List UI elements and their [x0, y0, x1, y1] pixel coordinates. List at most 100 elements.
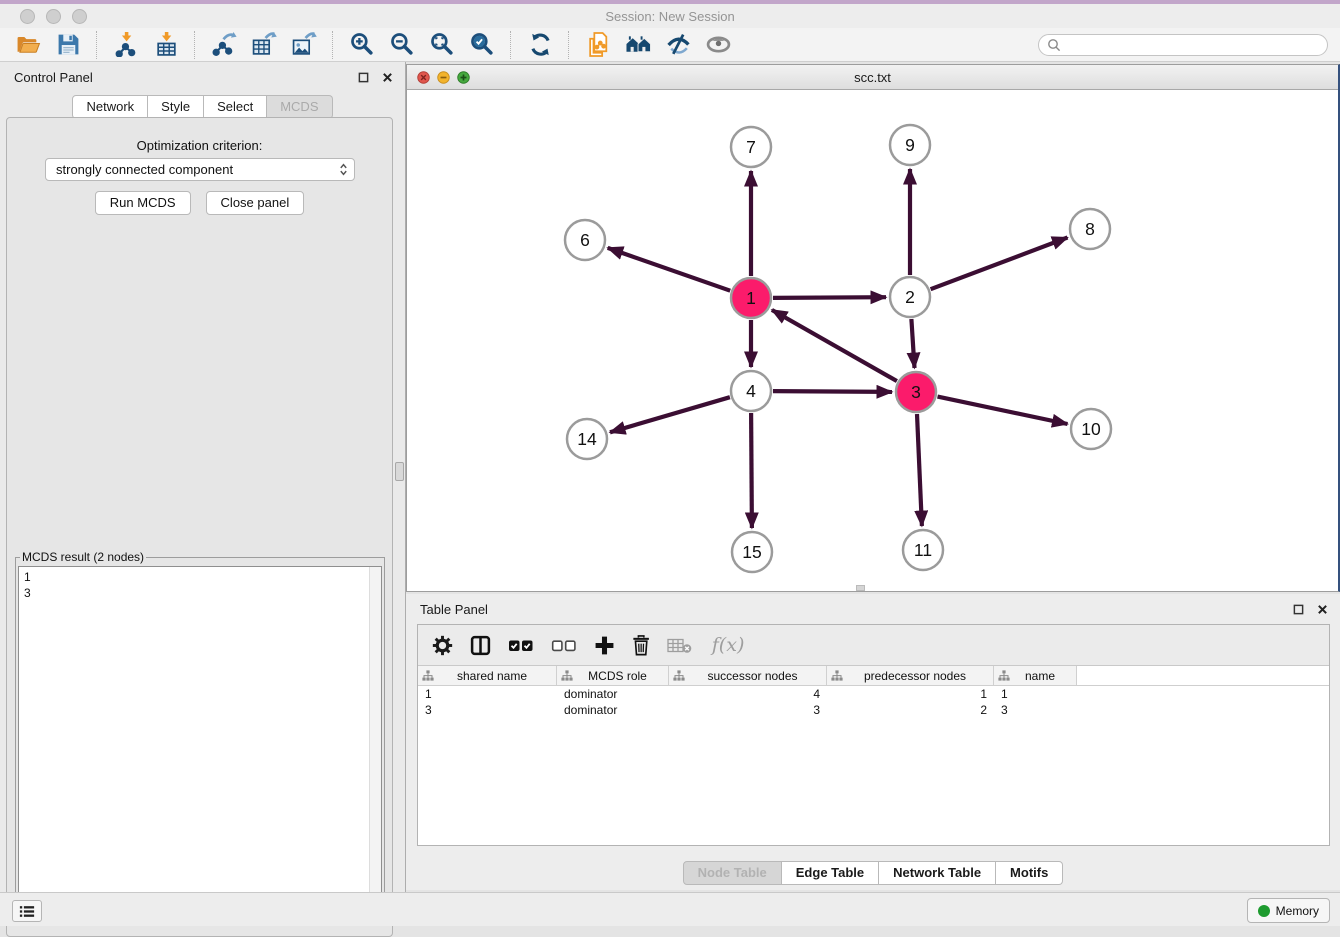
graph-node-3[interactable]: 3: [896, 372, 936, 412]
graph-node-10[interactable]: 10: [1071, 409, 1111, 449]
home-icon[interactable]: [622, 30, 654, 60]
column-header-successor-nodes[interactable]: successor nodes: [669, 666, 827, 685]
table-cell: dominator: [557, 687, 669, 701]
close-panel-icon[interactable]: [379, 69, 395, 85]
column-header-name[interactable]: name: [994, 666, 1077, 685]
export-table-icon[interactable]: [248, 30, 280, 60]
graph-node-9[interactable]: 9: [890, 125, 930, 165]
zoom-selected-icon[interactable]: [466, 30, 498, 60]
graph-node-6[interactable]: 6: [565, 220, 605, 260]
memory-label: Memory: [1276, 904, 1319, 918]
select-all-icon[interactable]: [508, 632, 534, 658]
graph-edge-2-8[interactable]: [931, 238, 1068, 290]
table-cell: dominator: [557, 703, 669, 717]
run-mcds-button[interactable]: Run MCDS: [95, 191, 191, 215]
float-table-panel-icon[interactable]: [1290, 601, 1306, 617]
column-header-MCDS-role[interactable]: MCDS role: [557, 666, 669, 685]
show-details-icon[interactable]: [702, 30, 734, 60]
export-image-icon[interactable]: [288, 30, 320, 60]
tab-mcds[interactable]: MCDS: [267, 95, 332, 119]
tab-select[interactable]: Select: [204, 95, 267, 119]
float-panel-icon[interactable]: [355, 69, 371, 85]
node-label: 14: [577, 429, 597, 449]
zoom-out-icon[interactable]: [386, 30, 418, 60]
refresh-layout-icon[interactable]: [524, 30, 556, 60]
window-resize-grip[interactable]: [856, 585, 865, 591]
panel-splitter-grip[interactable]: [395, 462, 404, 481]
node-label: 1: [746, 288, 756, 308]
graph-node-8[interactable]: 8: [1070, 209, 1110, 249]
show-column-icon[interactable]: [470, 632, 491, 658]
tab-network-table[interactable]: Network Table: [879, 861, 996, 885]
zoom-fit-icon[interactable]: [426, 30, 458, 60]
table-row[interactable]: 3dominator323: [418, 702, 1329, 718]
graph-edge-4-15[interactable]: [751, 413, 752, 528]
delete-column-icon[interactable]: [632, 632, 650, 658]
toolbar-separator: [568, 31, 570, 59]
tab-motifs[interactable]: Motifs: [996, 861, 1063, 885]
graph-node-7[interactable]: 7: [731, 127, 771, 167]
mcds-result-list[interactable]: 1 3: [18, 566, 382, 923]
tab-style[interactable]: Style: [148, 95, 204, 119]
table-panel-title: Table Panel: [420, 602, 488, 617]
graph-node-4[interactable]: 4: [731, 371, 771, 411]
optimization-criterion-select[interactable]: strongly connected component: [45, 158, 355, 181]
tab-node-table[interactable]: Node Table: [683, 861, 782, 885]
optimization-criterion-label: Optimization criterion:: [7, 138, 392, 153]
table-panel-header: Table Panel: [406, 594, 1340, 624]
memory-button[interactable]: Memory: [1247, 898, 1330, 923]
svg-text:f(x): f(x): [710, 635, 745, 656]
graph-node-11[interactable]: 11: [903, 530, 943, 570]
app-title: Session: New Session: [0, 9, 1340, 24]
graph-node-14[interactable]: 14: [567, 419, 607, 459]
deselect-all-icon[interactable]: [551, 632, 577, 658]
toolbar-separator: [96, 31, 98, 59]
export-network-icon[interactable]: [208, 30, 240, 60]
column-header-shared-name[interactable]: shared name: [418, 666, 557, 685]
tab-network[interactable]: Network: [72, 95, 148, 119]
graph-edge-1-2[interactable]: [773, 297, 886, 298]
add-column-icon[interactable]: [594, 632, 615, 658]
network-canvas[interactable]: 1 2 3 4 6 7 8 9 10 11 14 15: [407, 89, 1337, 590]
task-history-button[interactable]: [12, 900, 42, 922]
graph-node-2[interactable]: 2: [890, 277, 930, 317]
network-window-titlebar[interactable]: scc.txt: [407, 65, 1338, 90]
open-session-icon[interactable]: [12, 30, 44, 60]
graph-edge-2-3[interactable]: [911, 319, 914, 368]
result-scrollbar[interactable]: [369, 567, 381, 922]
table-column-headers: shared nameMCDS rolesuccessor nodesprede…: [418, 666, 1329, 686]
node-label: 3: [911, 382, 921, 402]
graph-node-15[interactable]: 15: [732, 532, 772, 572]
table-toolbar: f(x): [418, 625, 1329, 666]
table-mode-icon[interactable]: [432, 632, 453, 658]
table-row[interactable]: 1dominator411: [418, 686, 1329, 702]
table-cell: 1: [418, 687, 557, 701]
import-network-icon[interactable]: [110, 30, 142, 60]
graph-node-1[interactable]: 1: [731, 278, 771, 318]
graph-edge-4-14[interactable]: [610, 397, 730, 432]
clone-network-icon[interactable]: [582, 30, 614, 60]
tab-edge-table[interactable]: Edge Table: [782, 861, 879, 885]
graph-edge-3-10[interactable]: [938, 397, 1068, 424]
node-table: f(x) shared nameMCDS rolesuccessor nodes…: [417, 624, 1330, 846]
column-header-predecessor-nodes[interactable]: predecessor nodes: [827, 666, 994, 685]
table-tabs: Node TableEdge TableNetwork TableMotifs: [406, 861, 1340, 885]
search-box[interactable]: [1038, 34, 1328, 56]
app-titlebar: Session: New Session: [0, 4, 1340, 28]
close-table-panel-icon[interactable]: [1314, 601, 1330, 617]
hide-details-icon[interactable]: [662, 30, 694, 60]
search-input[interactable]: [1065, 35, 1327, 55]
control-panel: Control Panel NetworkStyleSelectMCDS Opt…: [0, 62, 406, 892]
zoom-in-icon[interactable]: [346, 30, 378, 60]
table-cell: 1: [994, 687, 1077, 701]
node-label: 10: [1081, 419, 1101, 439]
app-toolbar-icons: [8, 30, 738, 60]
graph-edge-1-6[interactable]: [608, 248, 731, 291]
graph-edge-3-11[interactable]: [917, 414, 922, 526]
import-table-icon[interactable]: [150, 30, 182, 60]
close-panel-button[interactable]: Close panel: [206, 191, 305, 215]
graph-edge-3-1[interactable]: [772, 310, 897, 381]
save-session-icon[interactable]: [52, 30, 84, 60]
table-cell: 1: [827, 687, 994, 701]
graph-edge-4-3[interactable]: [773, 391, 892, 392]
